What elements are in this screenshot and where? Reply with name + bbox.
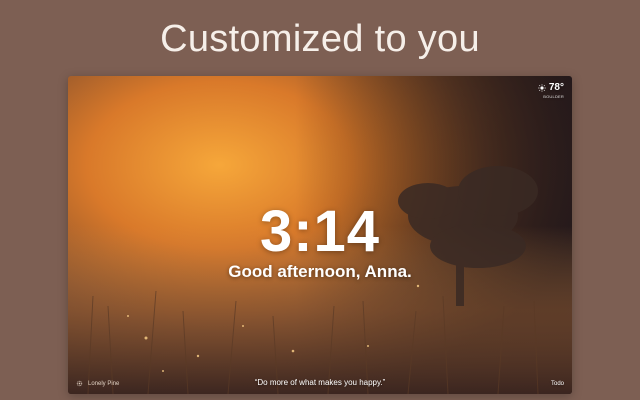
weather-widget[interactable]: 78° BOULDER bbox=[538, 82, 564, 99]
weather-temperature: 78° bbox=[548, 82, 564, 93]
sun-icon bbox=[538, 83, 546, 92]
todo-button[interactable]: Todo bbox=[551, 381, 564, 387]
page-headline: Customized to you bbox=[160, 18, 480, 60]
daily-quote[interactable]: “Do more of what makes you happy.” bbox=[68, 378, 572, 387]
clock-time: 3:14 bbox=[259, 199, 381, 264]
greeting-text: Good afternoon, Anna. bbox=[228, 262, 412, 281]
weather-location: BOULDER bbox=[543, 94, 564, 99]
dashboard-screenshot: 78° BOULDER 3:14 Good afternoon, Anna. L… bbox=[68, 76, 572, 394]
